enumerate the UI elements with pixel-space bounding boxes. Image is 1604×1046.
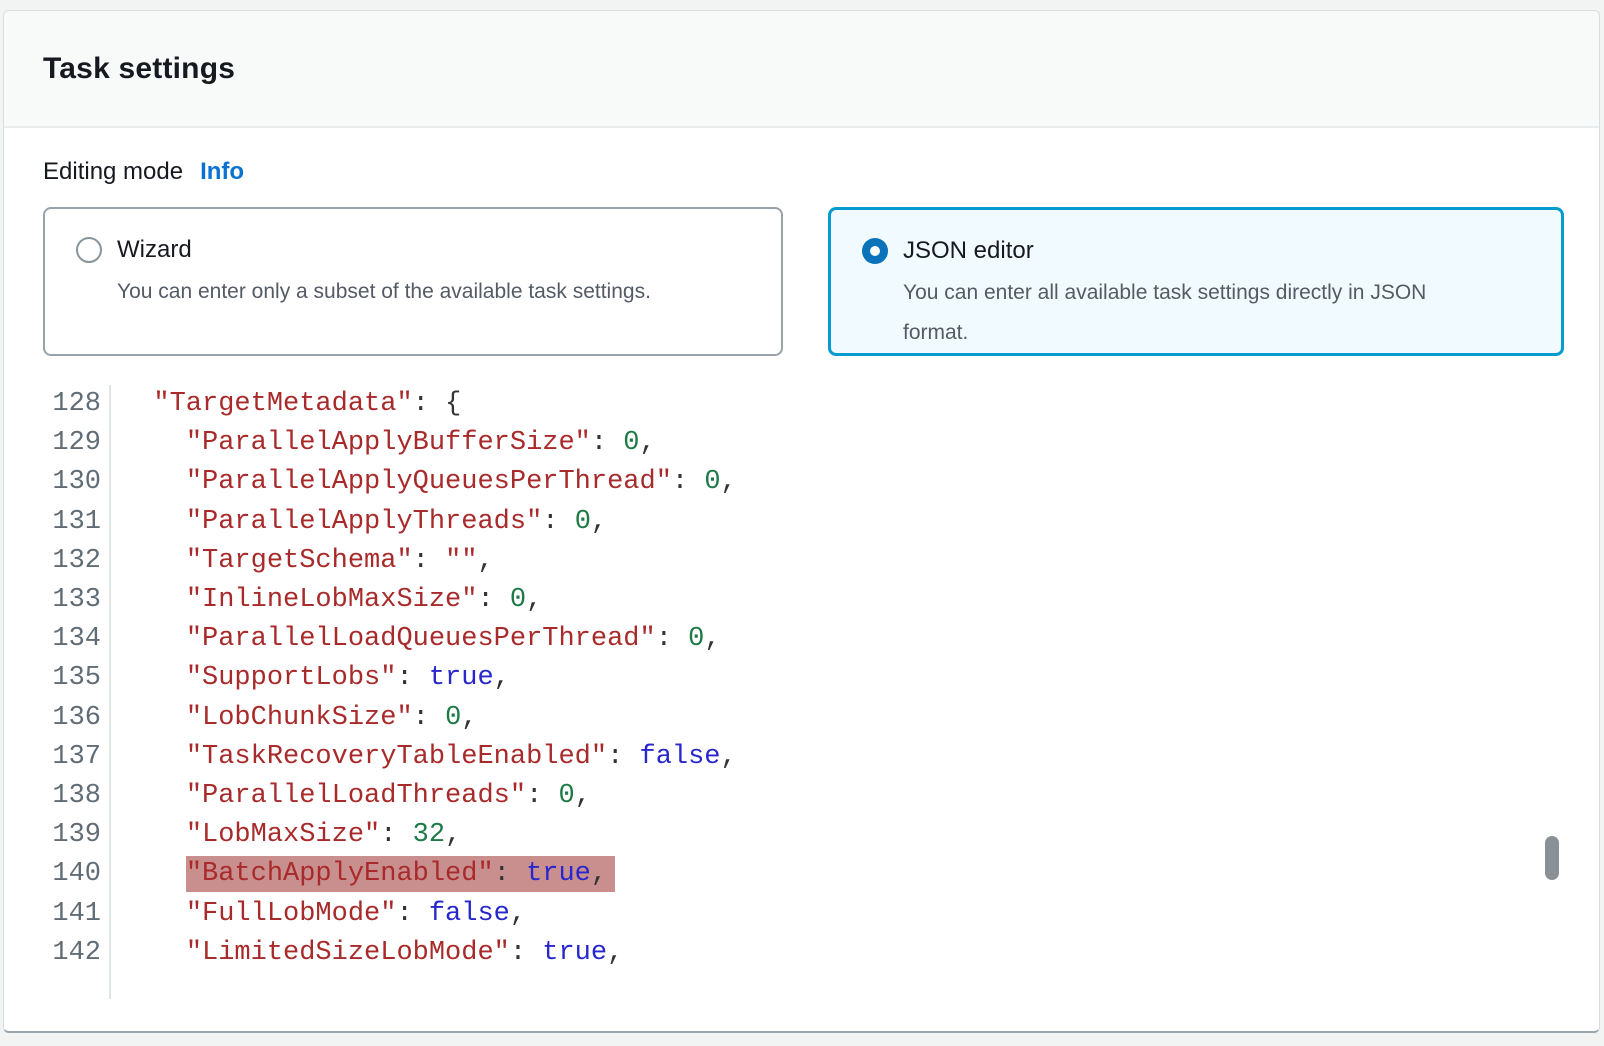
line-number: 131 — [4, 503, 111, 542]
line-number: 134 — [4, 620, 111, 659]
page-title: Task settings — [43, 52, 235, 86]
option-text: JSON editor You can enter all available … — [903, 235, 1426, 353]
line-number: 137 — [4, 738, 111, 777]
code-text: "ParallelApplyBufferSize": 0, — [121, 424, 656, 463]
line-number: 135 — [4, 659, 111, 698]
line-number: 128 — [4, 385, 111, 424]
code-line[interactable]: 130 "ParallelApplyQueuesPerThread": 0, — [4, 463, 1563, 502]
code-text: "InlineLobMaxSize": 0, — [121, 581, 542, 620]
highlighted-code: "BatchApplyEnabled": true, — [186, 856, 615, 892]
code-line[interactable]: 135 "SupportLobs": true, — [4, 659, 1563, 698]
code-line[interactable]: 140 "BatchApplyEnabled": true, — [4, 855, 1563, 894]
code-text: "ParallelApplyQueuesPerThread": 0, — [121, 463, 737, 502]
line-number: 140 — [4, 855, 111, 894]
code-line[interactable]: 137 "TaskRecoveryTableEnabled": false, — [4, 738, 1563, 777]
code-line[interactable]: 128 "TargetMetadata": { — [4, 385, 1563, 424]
code-line[interactable]: 129 "ParallelApplyBufferSize": 0, — [4, 424, 1563, 463]
code-text: "ParallelLoadThreads": 0, — [121, 777, 591, 816]
code-text: "LobMaxSize": 32, — [121, 816, 461, 855]
option-title: Wizard — [117, 234, 651, 266]
code-line[interactable]: 134 "ParallelLoadQueuesPerThread": 0, — [4, 620, 1563, 659]
line-number: 138 — [4, 777, 111, 816]
option-description: You can enter only a subset of the avail… — [117, 272, 651, 312]
line-number: 129 — [4, 424, 111, 463]
code-line[interactable]: 141 "FullLobMode": false, — [4, 895, 1563, 934]
radio-unselected-icon[interactable] — [76, 237, 102, 263]
code-text: "LobChunkSize": 0, — [121, 699, 477, 738]
line-number: 141 — [4, 895, 111, 934]
editing-mode-label: Editing mode — [43, 158, 183, 186]
task-settings-panel: Task settings Editing mode Info Wizard Y… — [3, 10, 1600, 1033]
option-title: JSON editor — [903, 235, 1426, 267]
code-line[interactable]: 136 "LobChunkSize": 0, — [4, 699, 1563, 738]
option-text: Wizard You can enter only a subset of th… — [117, 234, 651, 312]
code-text: "TargetSchema": "", — [121, 542, 494, 581]
radio-dot — [870, 246, 880, 256]
editing-mode-options: Wizard You can enter only a subset of th… — [43, 207, 1564, 356]
line-number: 132 — [4, 542, 111, 581]
code-text: "FullLobMode": false, — [121, 895, 526, 934]
code-text: "ParallelLoadQueuesPerThread": 0, — [121, 620, 721, 659]
line-number: 133 — [4, 581, 111, 620]
code-text: "TaskRecoveryTableEnabled": false, — [121, 738, 737, 777]
code-line[interactable]: 139 "LobMaxSize": 32, — [4, 816, 1563, 855]
code-line[interactable]: 133 "InlineLobMaxSize": 0, — [4, 581, 1563, 620]
radio-selected-icon[interactable] — [862, 238, 888, 264]
json-code-editor[interactable]: 128 "TargetMetadata": {129 "ParallelAppl… — [4, 385, 1563, 999]
code-line[interactable]: 142 "LimitedSizeLobMode": true, — [4, 934, 1563, 973]
code-text: "ParallelApplyThreads": 0, — [121, 503, 607, 542]
option-tile-wizard[interactable]: Wizard You can enter only a subset of th… — [43, 207, 783, 356]
line-number: 136 — [4, 699, 111, 738]
line-number: 139 — [4, 816, 111, 855]
code-text: "LimitedSizeLobMode": true, — [121, 934, 623, 973]
code-line-empty[interactable] — [4, 973, 1563, 999]
panel-header: Task settings — [4, 11, 1599, 128]
code-text: "BatchApplyEnabled": true, — [121, 855, 615, 894]
option-description-line-1: You can enter all available task setting… — [903, 273, 1426, 313]
option-tile-json-editor[interactable]: JSON editor You can enter all available … — [828, 207, 1564, 356]
line-number: 142 — [4, 934, 111, 973]
code-line[interactable]: 131 "ParallelApplyThreads": 0, — [4, 503, 1563, 542]
code-text: "SupportLobs": true, — [121, 659, 510, 698]
editing-mode-row: Editing mode Info — [43, 158, 244, 186]
info-link[interactable]: Info — [200, 158, 244, 186]
line-number: 130 — [4, 463, 111, 502]
option-description-line-2: format. — [903, 313, 1426, 353]
code-line[interactable]: 138 "ParallelLoadThreads": 0, — [4, 777, 1563, 816]
code-text: "TargetMetadata": { — [121, 385, 461, 424]
code-line[interactable]: 132 "TargetSchema": "", — [4, 542, 1563, 581]
scrollbar-thumb[interactable] — [1545, 836, 1559, 880]
